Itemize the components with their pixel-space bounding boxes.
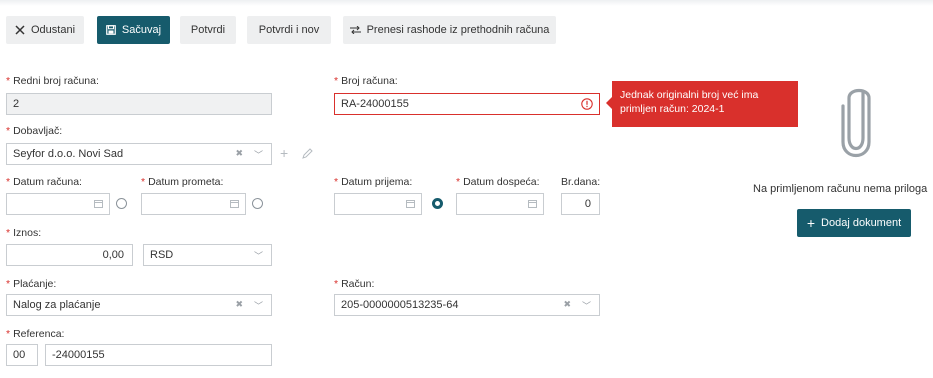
reference-number-value: -24000155	[52, 349, 105, 361]
currency-select[interactable]: RSD ﹀	[143, 244, 272, 266]
receipt-date-radio[interactable]	[432, 198, 443, 209]
reference-label: * Referenca:	[6, 328, 65, 340]
supplier-label: * Dobavljač:	[6, 125, 63, 137]
days-label: Br.dana:	[561, 176, 601, 188]
payment-value: Nalog za plaćanje	[13, 299, 101, 311]
cancel-button[interactable]: Odustani	[6, 16, 84, 44]
transfer-expenses-button[interactable]: Prenesi rashode iz prethodnih računa	[343, 16, 556, 44]
top-border	[0, 0, 933, 6]
paperclip-icon	[835, 82, 877, 165]
days-value: 0	[584, 198, 591, 210]
close-icon	[15, 25, 25, 35]
reference-number-input[interactable]: -24000155	[45, 344, 272, 366]
amount-value: 0,00	[102, 249, 124, 261]
reference-model-input[interactable]: 00	[6, 344, 38, 366]
invoice-number-label: * Broj računa:	[334, 75, 398, 87]
amount-label: * Iznos:	[6, 227, 42, 239]
payment-label: * Plaćanje:	[6, 278, 57, 290]
confirm-button-label: Potvrdi	[190, 24, 226, 36]
receipt-date-label: * Datum prijema:	[334, 176, 413, 188]
error-icon	[581, 98, 593, 113]
clear-icon[interactable]: ✖	[563, 299, 571, 310]
calendar-icon[interactable]	[94, 199, 103, 208]
plus-icon: +	[806, 215, 816, 231]
error-tooltip-text: Jednak originalni broj već ima primljen …	[620, 89, 759, 115]
calendar-icon[interactable]	[406, 199, 415, 208]
reference-model-value: 00	[13, 349, 26, 361]
save-icon	[106, 25, 116, 35]
transfer-expenses-label: Prenesi rashode iz prethodnih računa	[366, 24, 550, 36]
confirm-button[interactable]: Potvrdi	[180, 16, 236, 44]
receipt-date-input[interactable]	[334, 193, 422, 215]
amount-input[interactable]: 0,00	[6, 244, 133, 266]
due-date-input[interactable]	[456, 193, 544, 215]
supplier-select[interactable]: Seyfor d.o.o. Novi Sad ✖ ﹀	[6, 143, 272, 165]
calendar-icon[interactable]	[230, 199, 239, 208]
save-button[interactable]: Sačuvaj	[97, 16, 170, 44]
payment-select[interactable]: Nalog za plaćanje ✖ ﹀	[6, 294, 272, 316]
error-tooltip: Jednak originalni broj već ima primljen …	[606, 81, 798, 127]
add-document-button[interactable]: + Dodaj dokument	[797, 209, 911, 237]
cancel-button-label: Odustani	[30, 24, 76, 36]
chevron-down-icon[interactable]: ﹀	[254, 299, 263, 312]
turnover-date-input[interactable]	[141, 193, 246, 215]
chevron-down-icon[interactable]: ﹀	[582, 299, 591, 312]
due-date-label: * Datum dospeća:	[456, 176, 540, 188]
invoice-date-radio[interactable]	[116, 198, 127, 209]
invoice-date-label: * Datum računa:	[6, 176, 82, 188]
invoice-seq-value: 2	[13, 98, 20, 110]
account-value: 205-0000000513235-64	[341, 299, 459, 311]
chevron-down-icon[interactable]: ﹀	[254, 148, 263, 161]
days-input[interactable]: 0	[561, 193, 600, 215]
attachments-empty-text: Na primljenom računu nema priloga	[753, 183, 928, 195]
supplier-value: Seyfor d.o.o. Novi Sad	[13, 148, 124, 160]
chevron-down-icon[interactable]: ﹀	[254, 249, 263, 262]
turnover-date-label: * Datum prometa:	[141, 176, 224, 188]
account-select[interactable]: 205-0000000513235-64 ✖ ﹀	[334, 294, 600, 316]
invoice-date-input[interactable]	[6, 193, 110, 215]
currency-value: RSD	[150, 249, 174, 261]
plus-icon[interactable]: +	[280, 146, 288, 160]
confirm-new-button-label: Potvrdi i nov	[258, 24, 320, 36]
clear-icon[interactable]: ✖	[235, 299, 243, 310]
account-label: * Račun:	[334, 278, 375, 290]
invoice-number-value: RA-24000155	[341, 98, 409, 110]
edit-icon[interactable]	[302, 148, 313, 162]
save-button-label: Sačuvaj	[121, 24, 162, 36]
add-document-label: Dodaj dokument	[821, 217, 902, 229]
confirm-new-button[interactable]: Potvrdi i nov	[247, 16, 331, 44]
invoice-number-input[interactable]: RA-24000155	[334, 93, 600, 115]
calendar-icon[interactable]	[528, 199, 537, 208]
invoice-seq-field: 2	[6, 93, 272, 115]
transfer-icon	[349, 26, 361, 34]
turnover-date-radio[interactable]	[252, 198, 263, 209]
clear-icon[interactable]: ✖	[235, 148, 243, 159]
invoice-seq-label: * Redni broj računa:	[6, 75, 99, 87]
